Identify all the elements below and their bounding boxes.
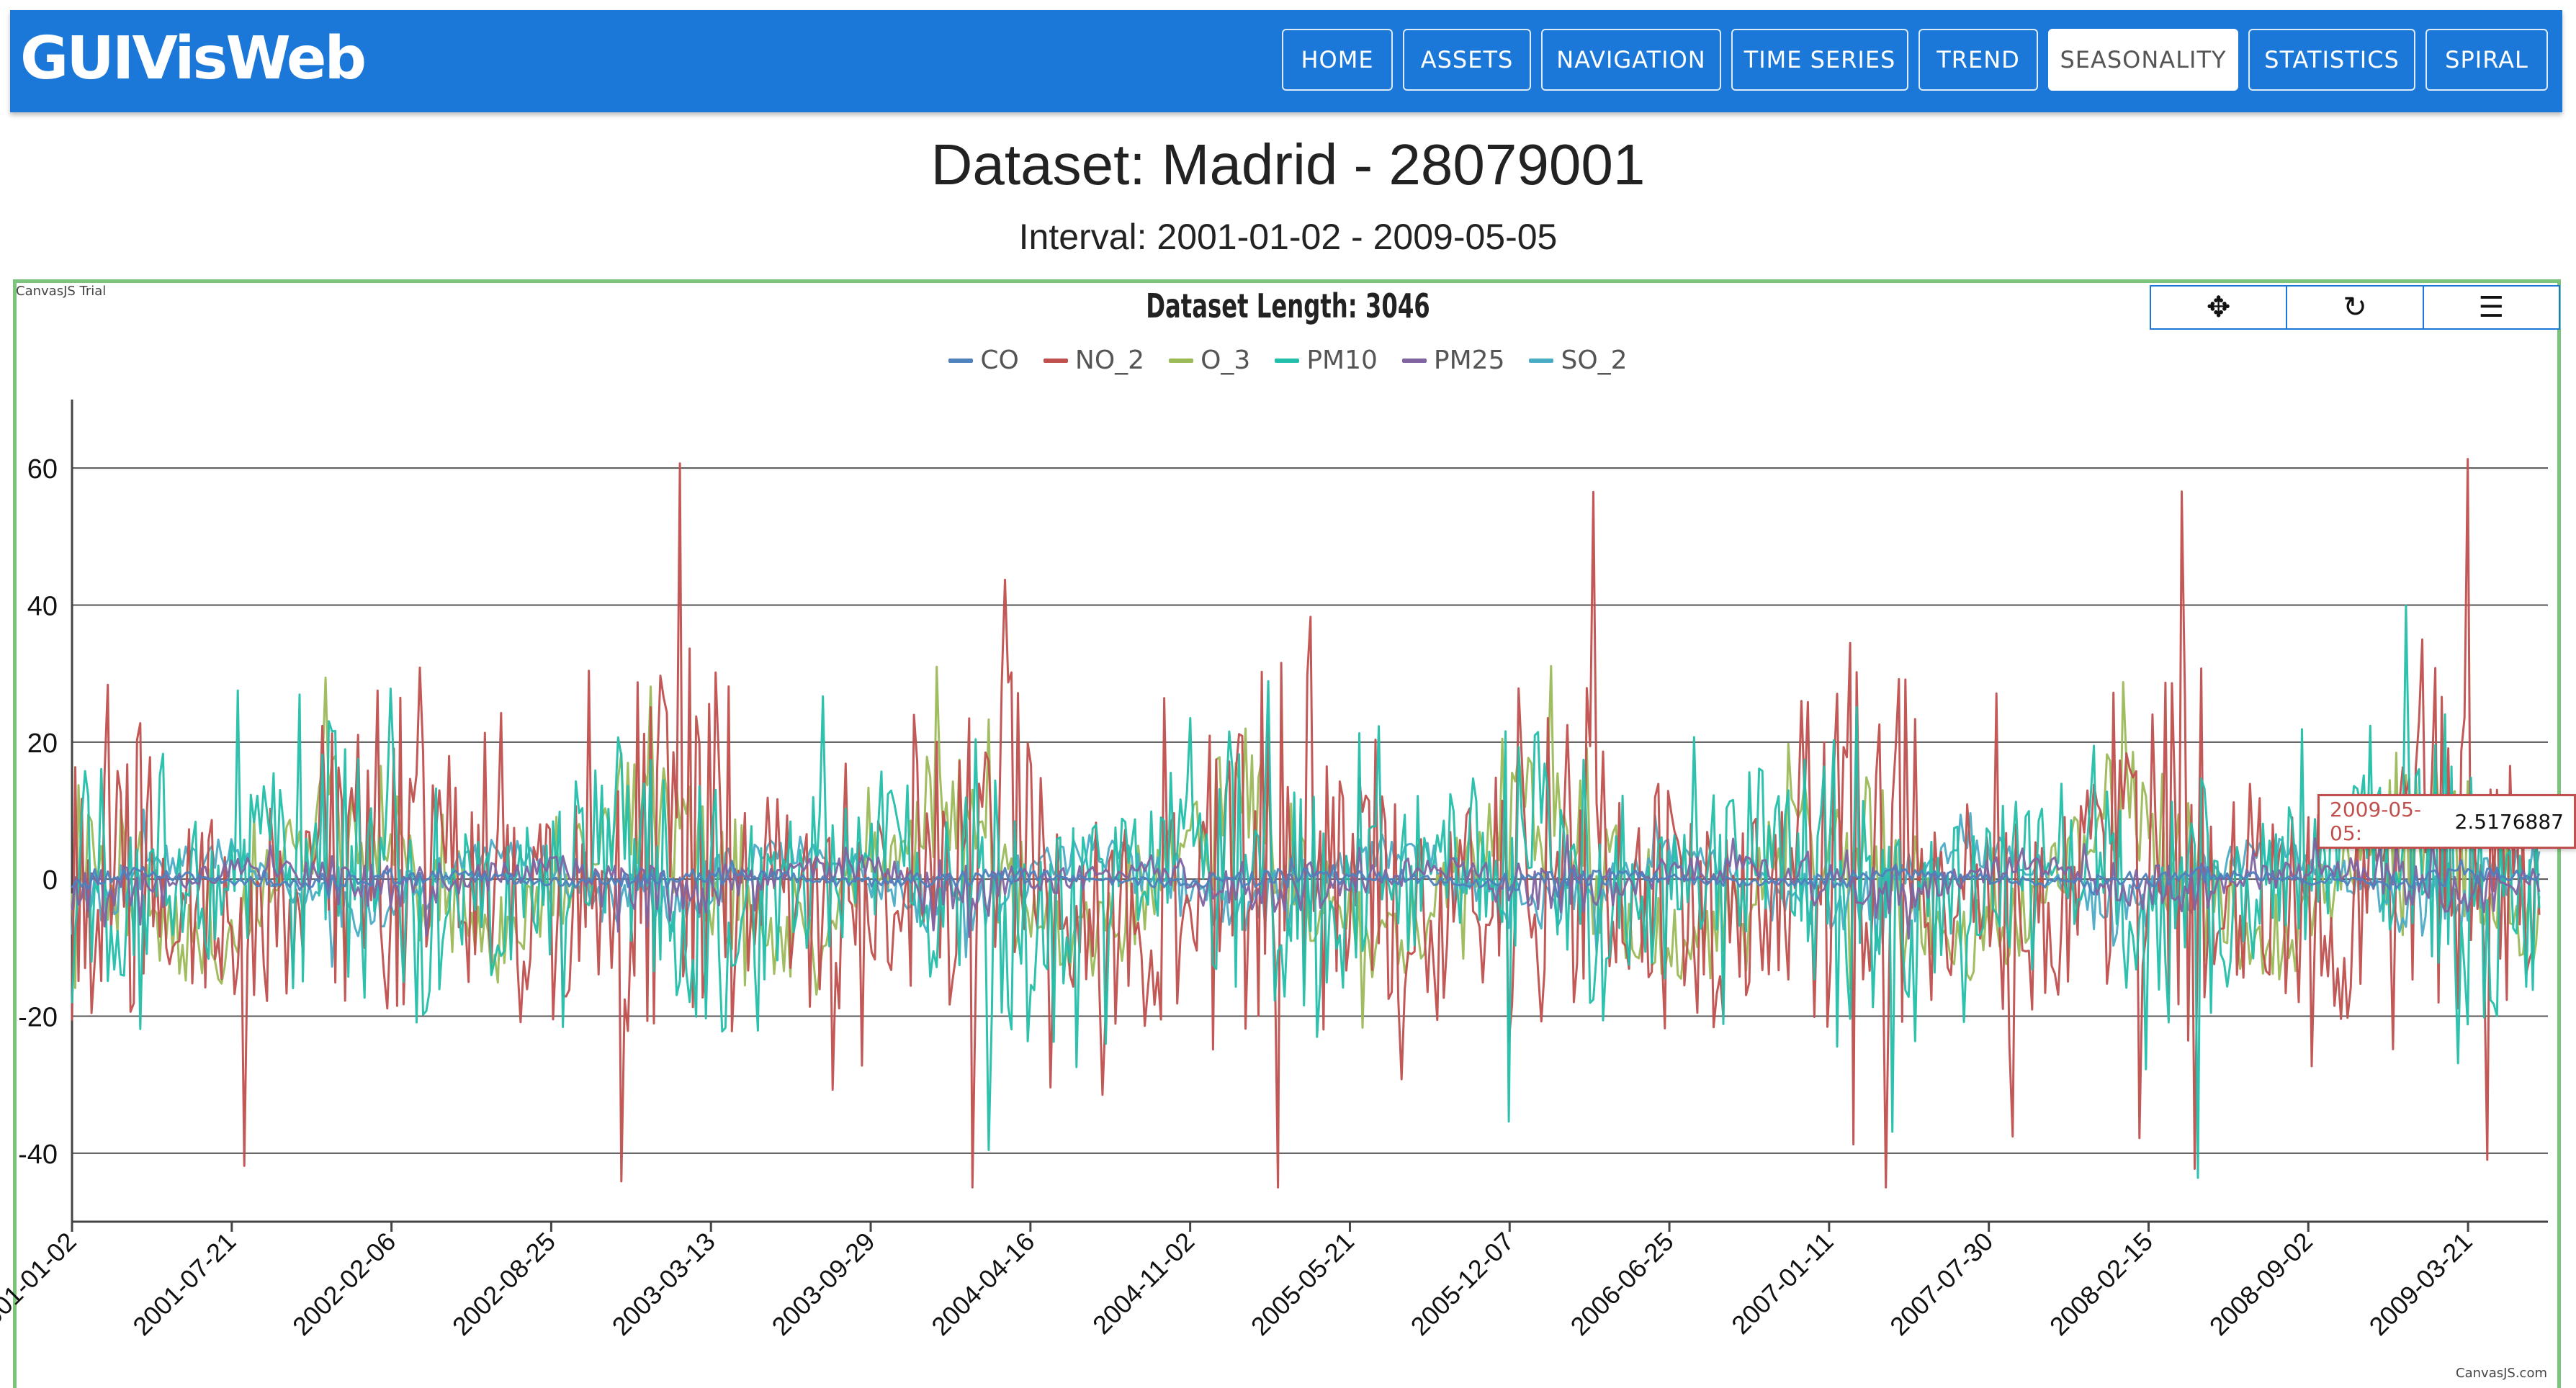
tooltip-value: 2.5176887 bbox=[2454, 809, 2564, 834]
x-tick-label: 2002-08-25 bbox=[446, 1227, 561, 1341]
x-tick-label: 2004-04-16 bbox=[925, 1227, 1040, 1341]
x-tick-label: 2008-09-02 bbox=[2204, 1227, 2318, 1341]
series-line-no2 bbox=[71, 458, 2541, 1189]
x-tick-label: 2006-06-25 bbox=[1565, 1227, 1679, 1341]
y-tick-label: -40 bbox=[18, 1140, 58, 1170]
x-tick-label: 2007-07-30 bbox=[1884, 1227, 1998, 1341]
chart-tooltip: 2009-05-05: 2.5176887 bbox=[2317, 794, 2576, 849]
seasonality-line-chart: -40 -20 0 20 40 60 2001-01-02 2001-07-21 2002-02… bbox=[0, 400, 2548, 1341]
y-tick-label: 40 bbox=[27, 592, 58, 622]
y-tick-label: 60 bbox=[27, 454, 58, 485]
x-tick-label: 2008-02-15 bbox=[2044, 1227, 2158, 1341]
x-tick-label: 2003-03-13 bbox=[606, 1227, 721, 1341]
y-tick-label: -20 bbox=[18, 1003, 58, 1033]
x-tick-label: 2004-11-02 bbox=[1087, 1227, 1200, 1340]
x-tick-label: 2007-01-11 bbox=[1725, 1227, 1839, 1340]
x-tick-label: 2009-03-21 bbox=[2364, 1227, 2478, 1341]
x-tick-label: 2002-02-06 bbox=[287, 1227, 401, 1341]
x-tick-label: 2005-05-21 bbox=[1245, 1227, 1360, 1341]
tooltip-date: 2009-05-05: bbox=[2330, 798, 2422, 845]
x-tick-label: 2005-12-07 bbox=[1405, 1227, 1520, 1341]
y-tick-label: 20 bbox=[27, 729, 58, 759]
y-tick-label: 0 bbox=[42, 865, 58, 896]
x-tick-label: 2001-01-02 bbox=[0, 1227, 82, 1341]
x-tick-label: 2003-09-29 bbox=[766, 1227, 880, 1341]
x-tick-label: 2001-07-21 bbox=[127, 1227, 241, 1341]
